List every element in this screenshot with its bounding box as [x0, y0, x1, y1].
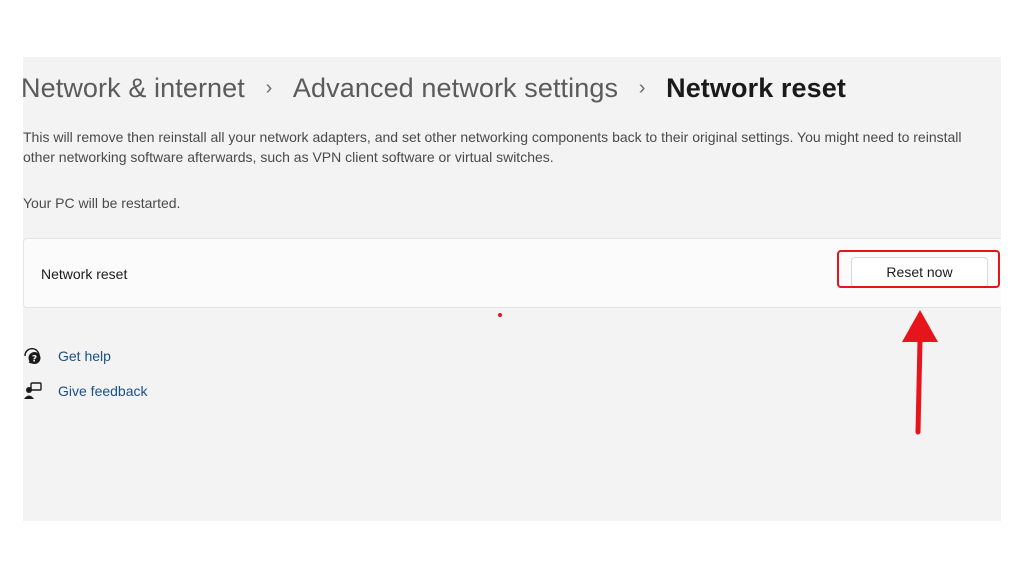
annotation-dot	[498, 313, 502, 317]
breadcrumb-advanced-network-settings[interactable]: Advanced network settings	[293, 68, 618, 108]
breadcrumb-chevron-icon: ›	[265, 77, 273, 99]
network-reset-label: Network reset	[41, 266, 128, 282]
breadcrumb: Network & internet › Advanced network se…	[21, 68, 846, 108]
svg-text:?: ?	[32, 355, 37, 365]
breadcrumb-chevron-icon: ›	[638, 77, 646, 99]
page-title: Network reset	[666, 73, 846, 103]
restart-note: Your PC will be restarted.	[23, 195, 181, 211]
give-feedback-label: Give feedback	[58, 383, 148, 399]
breadcrumb-network-internet[interactable]: Network & internet	[21, 68, 245, 108]
get-help-link[interactable]: ? Get help	[23, 345, 111, 367]
annotation-arrow-icon	[902, 310, 938, 435]
get-help-label: Get help	[58, 348, 111, 364]
annotation-highlight-box	[837, 250, 1000, 288]
give-feedback-link[interactable]: Give feedback	[23, 380, 148, 402]
feedback-person-icon	[23, 381, 43, 401]
reset-description: This will remove then reinstall all your…	[23, 129, 962, 165]
help-chat-icon: ?	[23, 346, 43, 366]
